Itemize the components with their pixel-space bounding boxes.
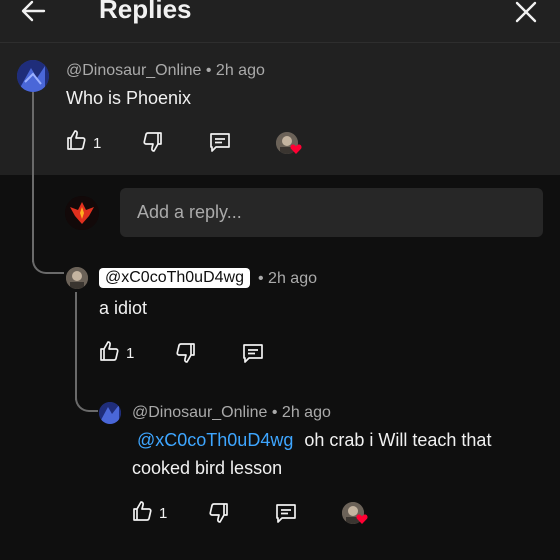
like-button[interactable]	[64, 128, 94, 158]
close-button[interactable]	[506, 0, 546, 32]
timestamp: • 2h ago	[271, 404, 331, 421]
comment-text: a idiot	[99, 298, 148, 318]
thread-line-nested	[75, 292, 77, 400]
like-count: 1	[159, 505, 168, 522]
comment-icon	[276, 504, 296, 523]
mention-link[interactable]: @xC0coTh0uD4wg	[137, 430, 293, 450]
author-mention-chip[interactable]: @xC0coTh0uD4wg	[99, 268, 250, 288]
heart-icon	[290, 144, 302, 154]
thumbs-down-icon	[143, 132, 162, 152]
avatar[interactable]	[17, 60, 49, 92]
current-user-avatar	[65, 196, 99, 230]
thread-connector	[32, 250, 64, 274]
thumbs-up-icon	[100, 341, 119, 361]
heart-icon	[356, 514, 368, 524]
comment-text-line2: cooked bird lesson	[132, 458, 283, 478]
avatar[interactable]	[99, 402, 121, 424]
like-count: 1	[126, 345, 135, 362]
parent-comment: @Dinosaur_Online • 2h ago Who is Phoenix…	[0, 43, 560, 175]
dislike-button[interactable]	[207, 501, 237, 531]
comment-icon	[210, 133, 230, 152]
thumbs-down-icon	[176, 343, 195, 363]
reply-placeholder: Add a reply...	[137, 202, 242, 222]
thumbs-up-icon	[67, 130, 86, 150]
dislike-button[interactable]	[141, 130, 171, 160]
close-icon	[515, 1, 537, 23]
reply-button[interactable]	[274, 501, 304, 531]
reply-button[interactable]	[208, 130, 238, 160]
back-button[interactable]	[14, 0, 54, 31]
thread-connector-nested	[75, 390, 98, 412]
comment-text: @xC0coTh0uD4wg oh crab i Will teach that	[137, 430, 491, 451]
thumbs-up-icon	[133, 501, 152, 521]
like-button[interactable]	[97, 339, 127, 369]
comment-text-line1: oh crab i Will teach that	[304, 430, 492, 450]
arrow-left-icon	[21, 0, 46, 22]
header-bar: Replies	[0, 0, 560, 43]
thumbs-down-icon	[209, 503, 228, 523]
comment-meta: @Dinosaur_Online • 2h ago	[66, 62, 265, 80]
author-name[interactable]: @Dinosaur_Online	[66, 62, 201, 79]
timestamp: • 2h ago	[205, 62, 265, 79]
comment-icon	[243, 344, 263, 363]
page-title: Replies	[99, 0, 192, 24]
comment-text: Who is Phoenix	[66, 88, 192, 108]
comment-meta: @Dinosaur_Online • 2h ago	[132, 404, 331, 422]
timestamp: • 2h ago	[258, 270, 317, 287]
like-button[interactable]	[130, 499, 160, 529]
author-name[interactable]: @Dinosaur_Online	[132, 404, 267, 421]
avatar[interactable]	[66, 267, 88, 289]
thread-line	[32, 92, 34, 262]
reply-button[interactable]	[241, 341, 271, 371]
reply-input[interactable]: Add a reply...	[120, 188, 543, 237]
like-count: 1	[93, 135, 102, 152]
dislike-button[interactable]	[174, 341, 204, 371]
